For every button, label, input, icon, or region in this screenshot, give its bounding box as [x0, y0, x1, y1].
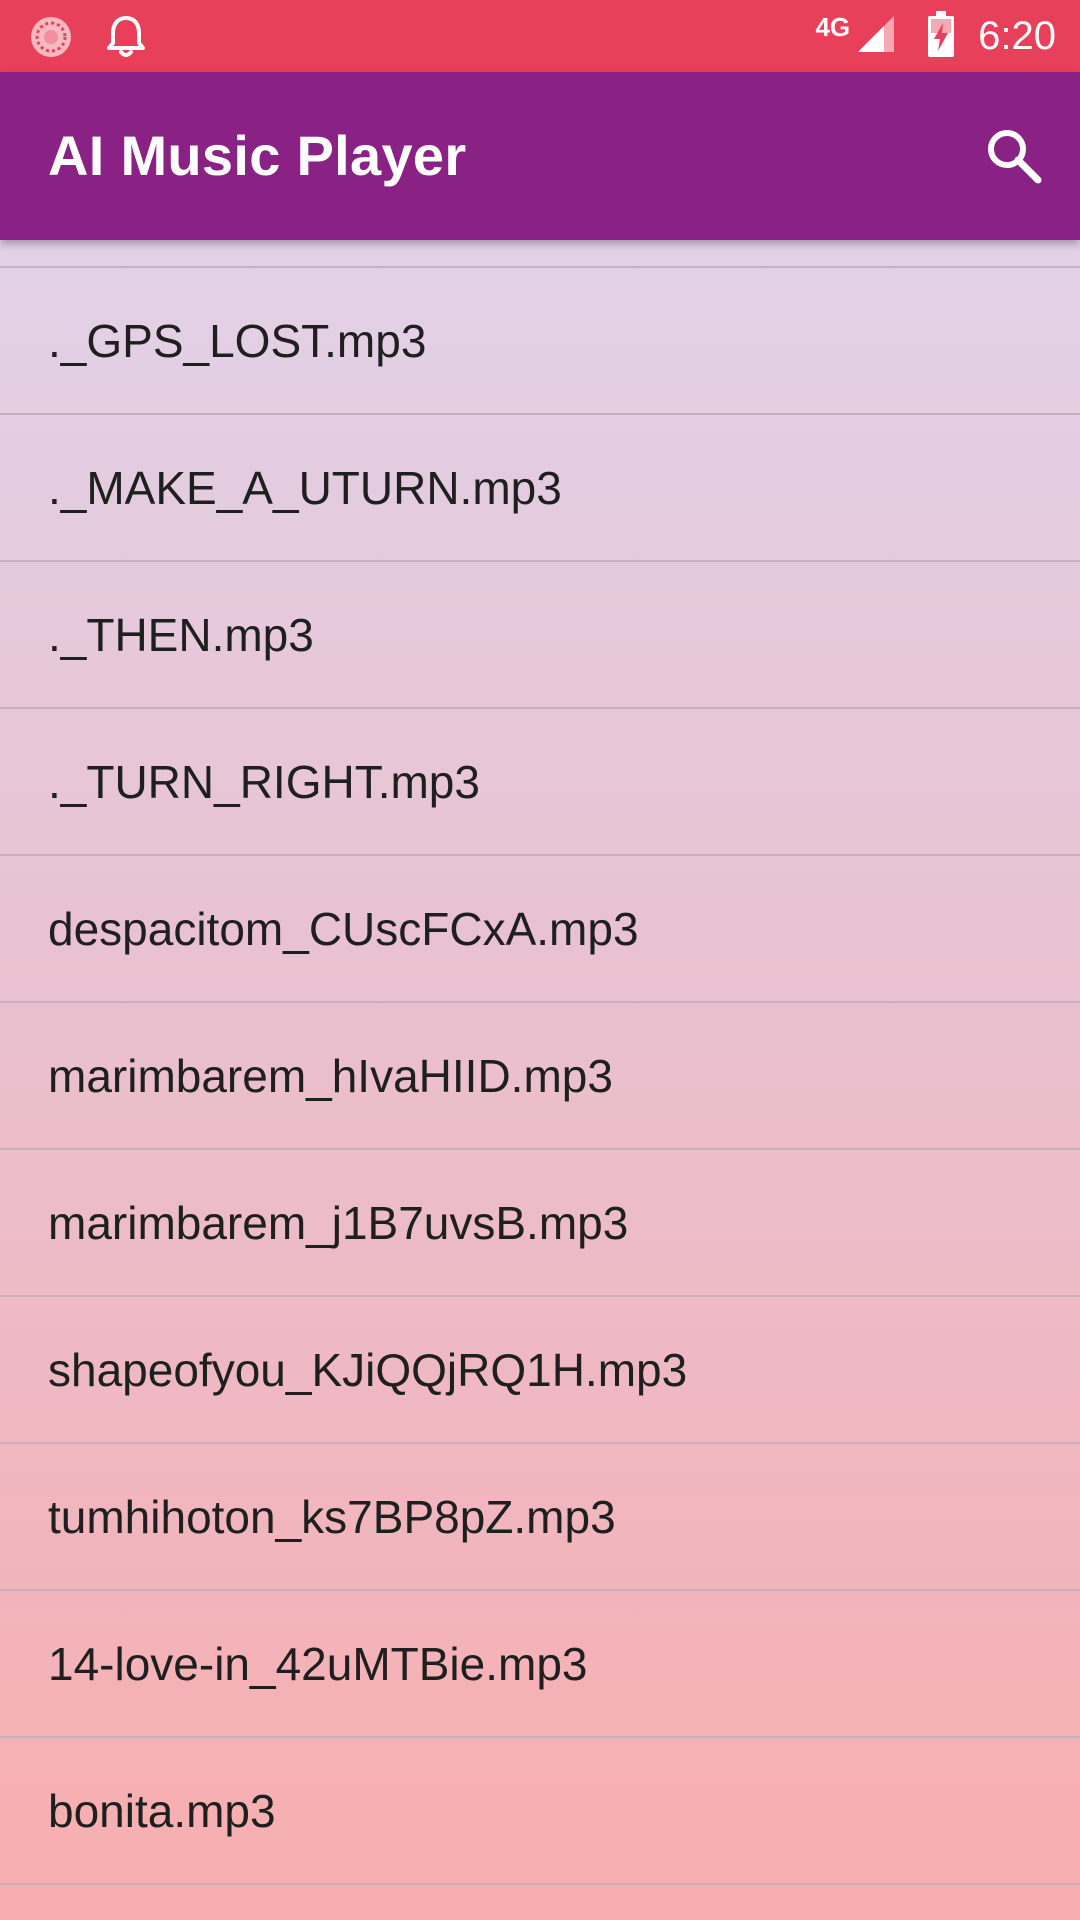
song-item[interactable]: ._GPS_LOST.mp3: [0, 268, 1080, 415]
screen: 4G 6:20 AI Music Player ._GPS_LOST.mp3 .…: [0, 0, 1080, 1920]
song-title: ._MAKE_A_UTURN.mp3: [48, 461, 562, 514]
status-bar: 4G 6:20: [0, 0, 1080, 72]
status-right-group: 4G 6:20: [815, 0, 1056, 72]
song-title: despacitom_CUscFCxA.mp3: [48, 902, 639, 955]
song-title: ._GPS_LOST.mp3: [48, 314, 427, 367]
song-item[interactable]: tumhihoton_ks7BP8pZ.mp3: [0, 1444, 1080, 1591]
song-list: ._GPS_LOST.mp3 ._MAKE_A_UTURN.mp3 ._THEN…: [0, 266, 1080, 1885]
song-title: 14-love-in_42uMTBie.mp3: [48, 1637, 588, 1690]
app-title: AI Music Player: [48, 124, 467, 187]
song-title: shapeofyou_KJiQQjRQ1H.mp3: [48, 1343, 688, 1396]
clock: 6:20: [978, 13, 1056, 58]
song-title: tumhihoton_ks7BP8pZ.mp3: [48, 1490, 616, 1543]
notification-bell-icon: [104, 12, 148, 65]
app-bar: AI Music Player: [0, 72, 1080, 240]
song-title: ._TURN_RIGHT.mp3: [48, 755, 480, 808]
song-item[interactable]: marimbarem_j1B7uvsB.mp3: [0, 1150, 1080, 1297]
song-item[interactable]: ._THEN.mp3: [0, 562, 1080, 709]
song-title: marimbarem_hIvaHIID.mp3: [48, 1049, 613, 1102]
search-icon: [988, 130, 1042, 184]
sync-circle-icon: [28, 14, 74, 65]
song-item[interactable]: bonita.mp3: [0, 1738, 1080, 1885]
song-item[interactable]: despacitom_CUscFCxA.mp3: [0, 856, 1080, 1003]
song-title: marimbarem_j1B7uvsB.mp3: [48, 1196, 629, 1249]
battery-charging-icon: [928, 10, 955, 62]
song-item[interactable]: ._MAKE_A_UTURN.mp3: [0, 415, 1080, 562]
song-item[interactable]: ._TURN_RIGHT.mp3: [0, 709, 1080, 856]
signal-icon: [856, 14, 896, 59]
song-item[interactable]: marimbarem_hIvaHIID.mp3: [0, 1003, 1080, 1150]
search-button[interactable]: [976, 118, 1052, 194]
song-title: ._THEN.mp3: [48, 608, 314, 661]
song-item[interactable]: shapeofyou_KJiQQjRQ1H.mp3: [0, 1297, 1080, 1444]
network-type: 4G: [815, 11, 851, 42]
song-title: bonita.mp3: [48, 1784, 276, 1837]
song-item[interactable]: 14-love-in_42uMTBie.mp3: [0, 1591, 1080, 1738]
